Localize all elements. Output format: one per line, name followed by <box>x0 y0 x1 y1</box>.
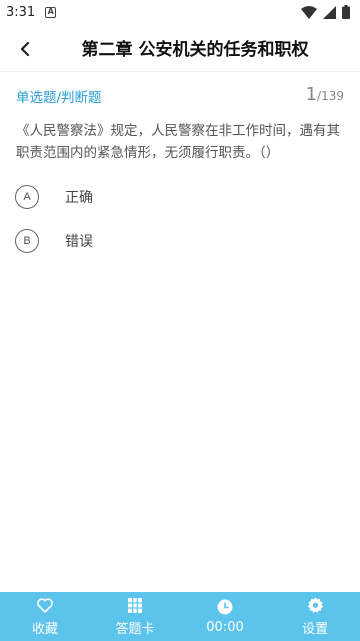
tab-timer[interactable]: 00:00 <box>180 592 270 641</box>
timer-value: 00:00 <box>206 620 244 635</box>
option-text: 错误 <box>65 234 93 250</box>
question-counter: 1/139 <box>306 84 344 105</box>
status-time: 3:31 <box>6 4 36 20</box>
bottom-bar: 收藏 答题卡 00:00 设置 <box>0 592 360 641</box>
gear-icon <box>307 596 324 614</box>
page-title: 第二章 公安机关的任务和职权 <box>81 40 309 60</box>
chevron-left-icon <box>20 41 30 57</box>
clock-icon <box>217 598 233 616</box>
current-question-number: 1 <box>305 84 318 105</box>
tab-label: 收藏 <box>31 622 58 637</box>
question-text: 《人民警察法》规定，人民警察在非工作时间，遇有其职责范围内的紧急情形，无须履行职… <box>16 123 340 161</box>
back-button[interactable] <box>12 36 38 62</box>
tab-favorite[interactable]: 收藏 <box>0 592 90 641</box>
signal-icon <box>323 5 336 19</box>
tab-label: 设置 <box>301 622 328 637</box>
tab-settings[interactable]: 设置 <box>270 592 360 641</box>
tab-answer-card[interactable]: 答题卡 <box>90 592 180 641</box>
option-text: 正确 <box>65 190 93 206</box>
tab-label: 答题卡 <box>115 622 155 637</box>
notification-a-icon: A <box>45 6 57 18</box>
option-letter-circle: B <box>15 229 39 253</box>
battery-icon <box>342 5 350 19</box>
question-type: 单选题/判断题 <box>16 90 102 106</box>
option-letter-circle: A <box>15 185 39 209</box>
option-a[interactable]: A 正确 <box>15 184 315 210</box>
status-icons <box>301 5 350 19</box>
option-b[interactable]: B 错误 <box>15 228 315 254</box>
wifi-icon <box>301 5 317 19</box>
total-questions: /139 <box>317 89 344 103</box>
heart-icon <box>37 596 53 614</box>
status-bar: 3:31 A <box>0 0 360 24</box>
header: 第二章 公安机关的任务和职权 <box>0 24 360 72</box>
grid-icon <box>128 596 142 614</box>
